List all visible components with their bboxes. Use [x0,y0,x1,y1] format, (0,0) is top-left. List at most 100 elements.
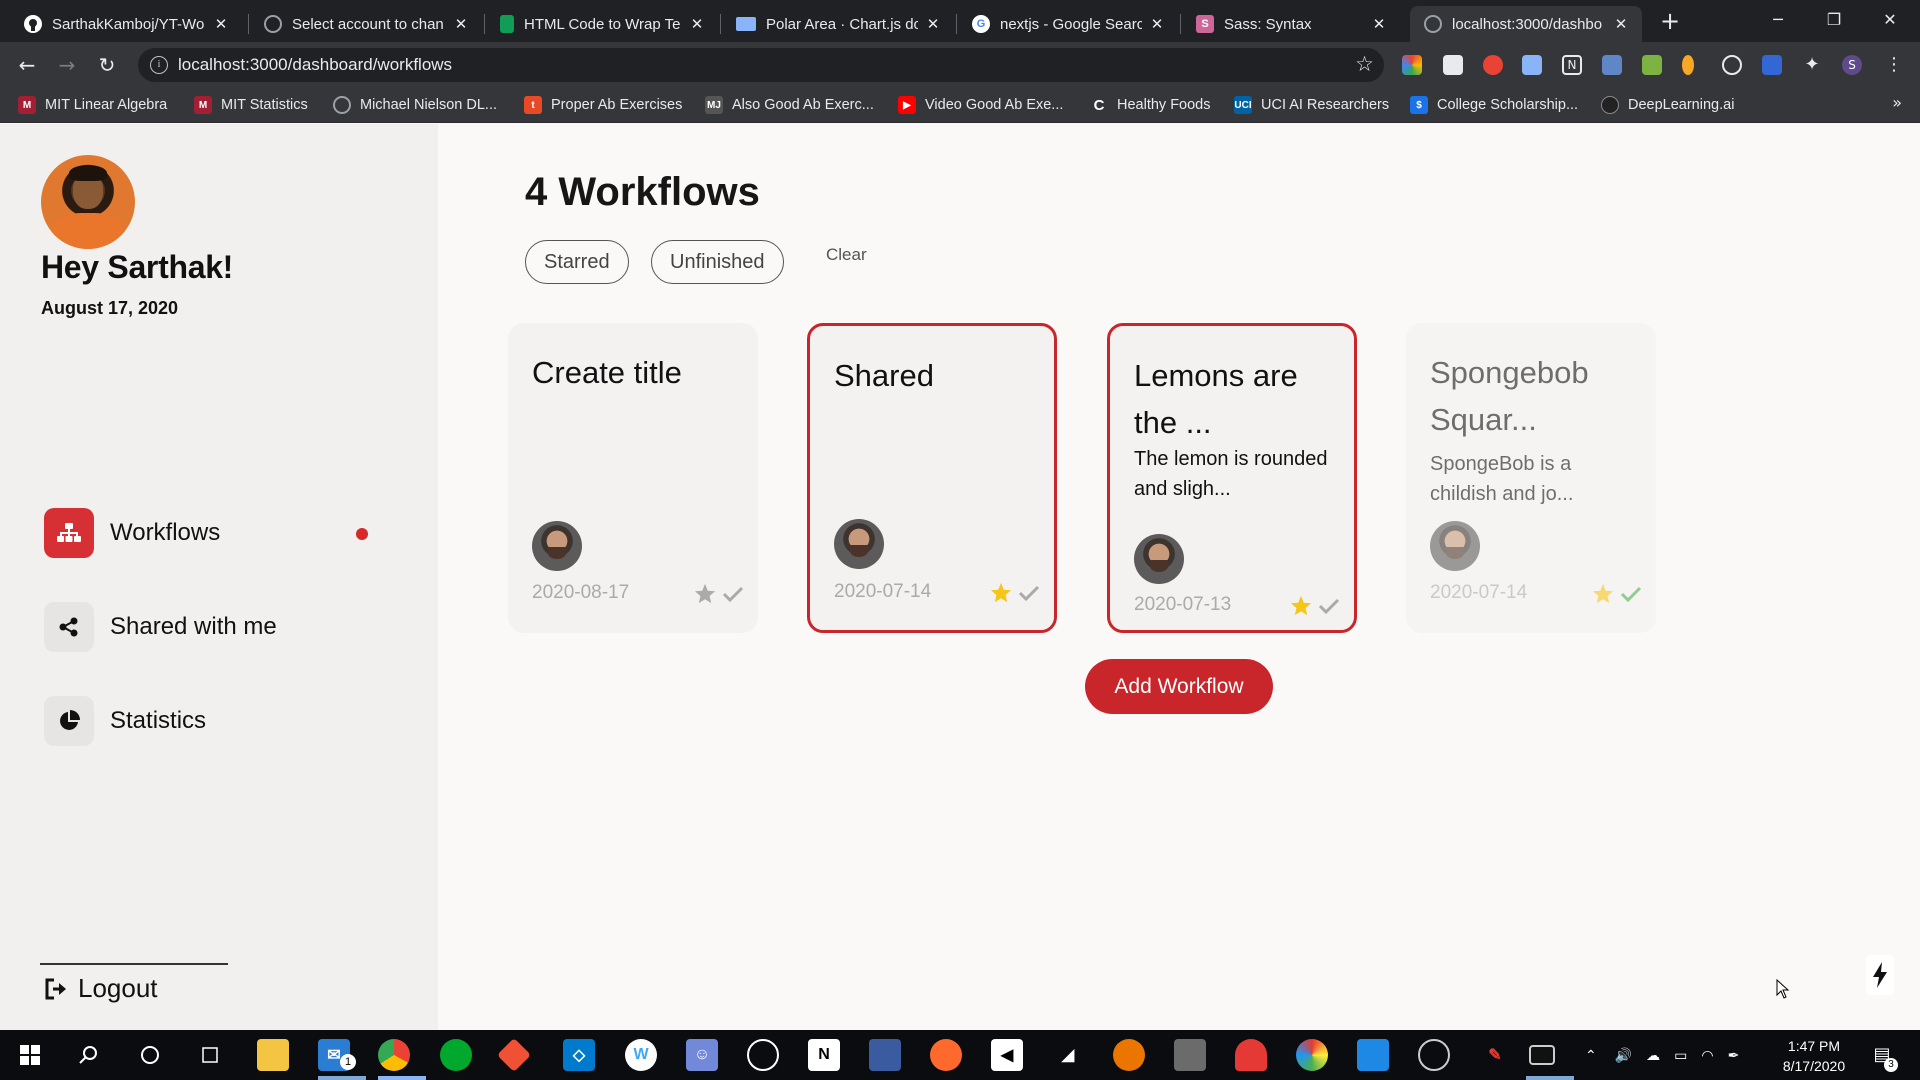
browser-tab[interactable]: SarthakKamboj/YT-Wo ✕ [10,6,242,42]
workflow-card-selected[interactable]: Lemons are the ... The lemon is rounded … [1107,323,1357,633]
blender-icon[interactable] [1113,1039,1145,1071]
circle-extension-icon[interactable] [1722,55,1742,75]
close-icon[interactable]: ✕ [1612,15,1630,33]
notion-icon[interactable]: N [808,1039,840,1071]
bookmark-item[interactable]: t Proper Ab Exercises [524,95,682,115]
add-workflow-button[interactable]: Add Workflow [1085,659,1273,714]
restore-icon[interactable]: ❐ [1806,0,1862,42]
sidebar-item-shared-with-me[interactable]: Shared with me [44,602,384,652]
screenshot-extension-icon[interactable] [1443,55,1463,75]
bookmark-item[interactable]: $ College Scholarship... [1410,95,1578,115]
avatar[interactable] [41,155,135,249]
obs-icon[interactable] [747,1039,779,1071]
vscode-icon[interactable]: ◇ [563,1039,595,1071]
unity-icon[interactable]: ◀ [991,1039,1023,1071]
menu-dots-icon[interactable]: ⋮ [1884,55,1904,75]
android-extension-icon[interactable] [1642,55,1662,75]
workflow-card[interactable]: Create title 2020-08-17 [508,323,758,633]
discord-icon[interactable]: ☺ [686,1039,718,1071]
browser-tab[interactable]: Select account to chan ✕ [250,6,482,42]
browser-tab-active[interactable]: localhost:3000/dashbo ✕ [1410,6,1642,42]
app-icon[interactable] [869,1039,901,1071]
postman-icon[interactable] [930,1039,962,1071]
bookmark-item[interactable]: DeepLearning.ai [1601,95,1734,115]
bookmark-item[interactable]: MJ Also Good Ab Exerc... [705,95,874,115]
davinci-resolve-icon[interactable] [1296,1039,1328,1071]
star-icon[interactable] [694,583,716,608]
close-icon[interactable]: ✕ [924,15,942,33]
filter-starred-button[interactable]: Starred [525,240,629,284]
bookmark-item[interactable]: ▶ Video Good Ab Exe... [898,95,1063,115]
pencil-icon[interactable]: ✎ [1479,1039,1511,1071]
browser-tab[interactable]: S Sass: Syntax ✕ [1182,6,1400,42]
close-icon[interactable]: ✕ [1370,15,1388,33]
game-icon[interactable] [1174,1039,1206,1071]
bookmark-item[interactable]: UCI UCI AI Researchers [1234,95,1389,115]
battery-icon[interactable]: ▭ [1674,1047,1687,1064]
close-icon[interactable]: ✕ [688,15,706,33]
blue-extension-icon[interactable] [1762,55,1782,75]
bookmark-item[interactable]: M MIT Linear Algebra [18,95,167,115]
star-icon[interactable] [1592,583,1614,608]
check-icon[interactable] [722,585,744,607]
color-picker-extension-icon[interactable] [1402,55,1422,75]
star-icon[interactable] [990,582,1012,607]
browser-tab[interactable]: HTML Code to Wrap Te ✕ [486,6,718,42]
bookmarks-overflow-icon[interactable]: » [1892,93,1902,112]
check-icon[interactable] [1318,597,1340,619]
windows-start-icon[interactable] [14,1039,46,1071]
app-icon[interactable] [1235,1039,1267,1071]
forward-icon[interactable]: → [52,50,82,80]
close-icon[interactable]: ✕ [1148,15,1166,33]
git-icon[interactable] [497,1038,531,1072]
window-close-icon[interactable]: ✕ [1862,0,1918,42]
sidebar-item-workflows[interactable]: Workflows [44,508,384,558]
lightning-icon[interactable] [1866,955,1894,995]
unity-hub-icon[interactable]: ◢ [1052,1039,1084,1071]
bookmark-item[interactable]: M MIT Statistics [194,95,308,115]
clear-filters-link[interactable]: Clear [826,245,867,265]
notion-extension-icon[interactable]: N [1562,55,1582,75]
logout-button[interactable]: Logout [44,973,158,1004]
app-icon[interactable] [1418,1039,1450,1071]
file-explorer-icon[interactable] [257,1039,289,1071]
back-icon[interactable]: ← [12,50,42,80]
sidebar-item-statistics[interactable]: Statistics [44,696,384,746]
download-extension-icon[interactable] [1522,55,1542,75]
wunderlist-icon[interactable]: W [625,1039,657,1071]
bookmark-item[interactable]: Michael Nielson DL... [333,95,497,115]
cloud-icon[interactable]: ☁ [1646,1047,1660,1064]
evernote-icon[interactable] [440,1039,472,1071]
chrome-icon[interactable] [378,1039,410,1071]
info-icon[interactable]: i [150,56,168,74]
profile-avatar[interactable]: S [1842,55,1862,75]
wifi-icon[interactable]: ◠ [1701,1047,1713,1064]
new-tab-button[interactable]: + [1656,8,1684,36]
check-icon[interactable] [1620,585,1642,607]
workflow-card-selected[interactable]: Shared 2020-07-14 [807,323,1057,633]
link-extension-icon[interactable] [1602,55,1622,75]
check-icon[interactable] [1018,584,1040,606]
chevron-up-icon[interactable]: ⌃ [1585,1047,1597,1064]
trello-icon[interactable] [1357,1039,1389,1071]
pen-icon[interactable]: ✒ [1728,1047,1740,1064]
red-extension-icon[interactable] [1483,55,1503,75]
task-view-icon[interactable] [194,1039,226,1071]
search-icon[interactable] [73,1039,105,1071]
close-icon[interactable]: ✕ [212,15,230,33]
address-bar[interactable]: i localhost:3000/dashboard/workflows ☆ [138,48,1384,82]
system-clock[interactable]: 1:47 PM 8/17/2020 [1774,1036,1854,1076]
volume-icon[interactable]: 🔊 [1615,1047,1632,1064]
yellow-extension-icon[interactable] [1682,55,1694,75]
browser-tab[interactable]: Polar Area · Chart.js do ✕ [722,6,954,42]
minimize-icon[interactable]: ─ [1750,0,1806,42]
workflow-card[interactable]: Spongebob Squar... SpongeBob is a childi… [1406,323,1656,633]
terminal-icon[interactable] [1529,1045,1555,1065]
bookmark-star-icon[interactable]: ☆ [1355,52,1374,76]
bookmark-item[interactable]: C Healthy Foods [1090,95,1211,115]
cortana-icon[interactable] [134,1039,166,1071]
browser-tab[interactable]: G nextjs - Google Search ✕ [958,6,1178,42]
reload-icon[interactable]: ↻ [92,50,122,80]
star-icon[interactable] [1290,595,1312,620]
puzzle-icon[interactable]: ✦ [1802,55,1822,75]
